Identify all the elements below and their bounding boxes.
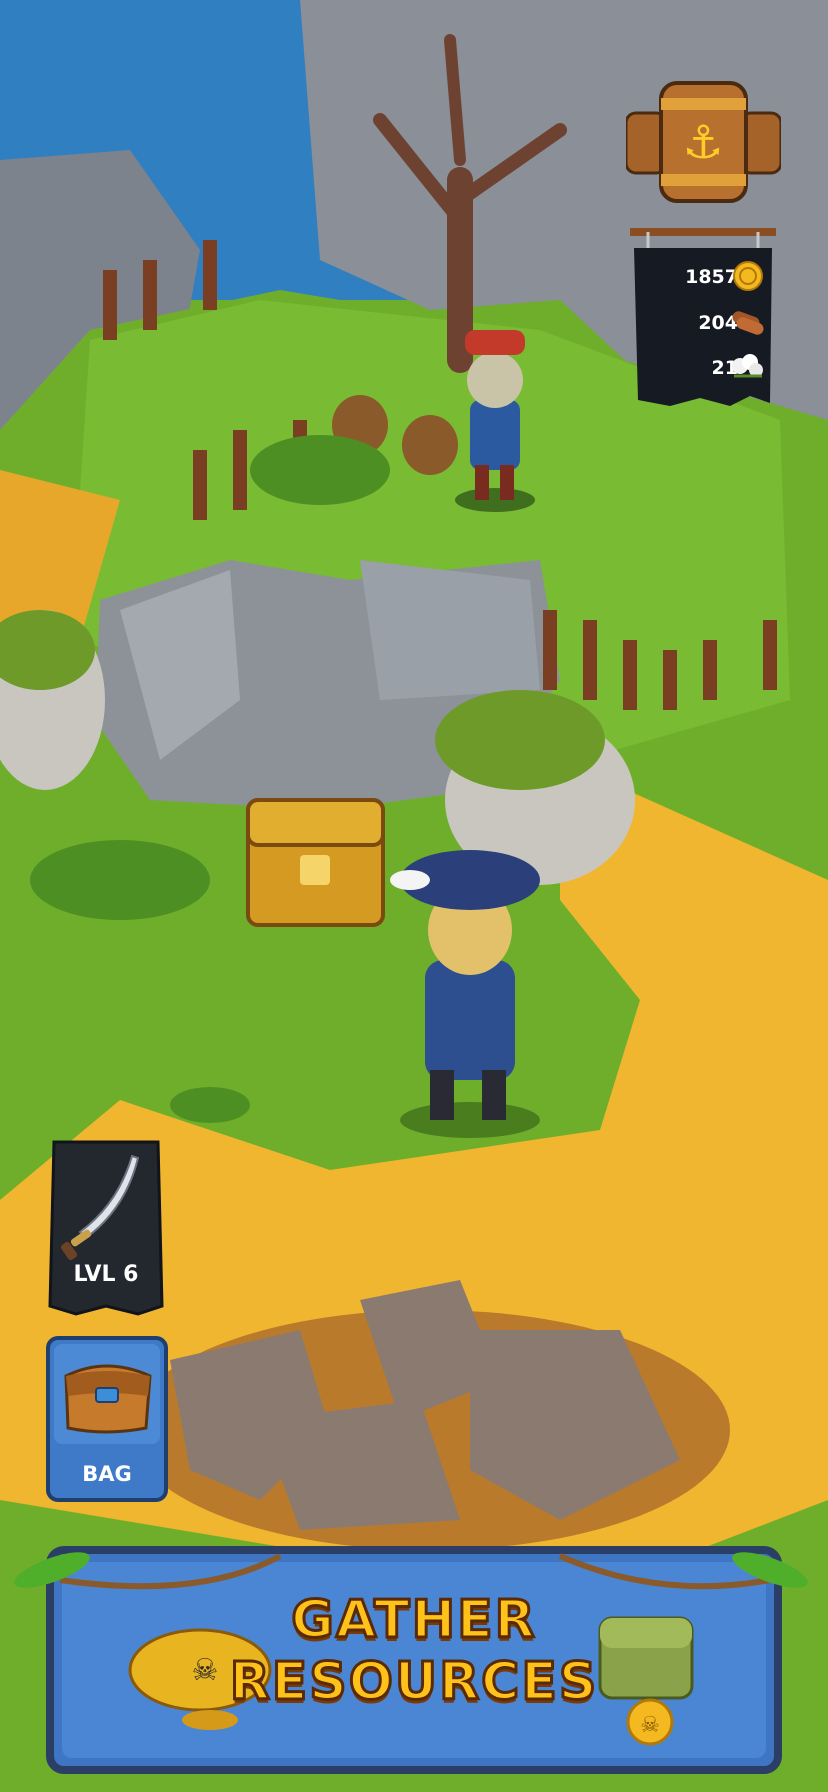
banner-title-line2: RESOURCES [228,1651,599,1714]
wood-log-icon [732,311,764,335]
weapon-level-panel[interactable] [46,1138,166,1316]
svg-text:⚓: ⚓ [682,115,723,169]
banner-title-line1: GATHER [290,1589,537,1652]
cotton-icon [732,354,763,378]
weapon-level-label: LVL 6 [73,1262,139,1287]
svg-text:☠: ☠ [640,1713,660,1738]
satchel-icon [64,1364,152,1434]
gold-value: 1857 [685,266,738,288]
anchor-barrel-icon[interactable]: ⚓ [626,78,781,208]
barrel [402,415,458,475]
bag-label: BAG [82,1462,132,1486]
gold-coin-icon [733,261,763,291]
treasure-chest[interactable] [246,798,385,927]
